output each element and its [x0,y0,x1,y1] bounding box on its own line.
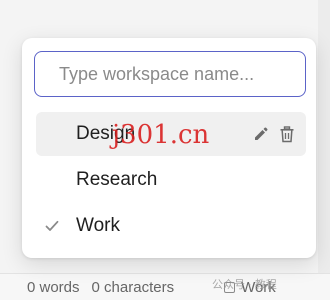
word-count: 0 words [27,278,80,296]
workspace-search-input[interactable] [34,51,306,97]
workspace-item-research[interactable]: Research [36,158,306,202]
wechat-watermark: 公众号 · 教程 [212,279,277,291]
right-edge-strip [318,0,330,299]
status-bar: 0 words 0 characters Work [0,273,330,300]
workspace-item-work[interactable]: Work [36,204,306,248]
workspace-item-actions [244,125,296,143]
workspace-item-label: Work [76,215,120,236]
character-count: 0 characters [91,278,175,296]
checkmark-icon [44,218,60,234]
watermark-text: j301.cn [112,120,210,150]
trash-icon[interactable] [278,125,296,143]
workspace-item-label: Research [76,169,158,190]
edit-icon[interactable] [252,125,270,143]
